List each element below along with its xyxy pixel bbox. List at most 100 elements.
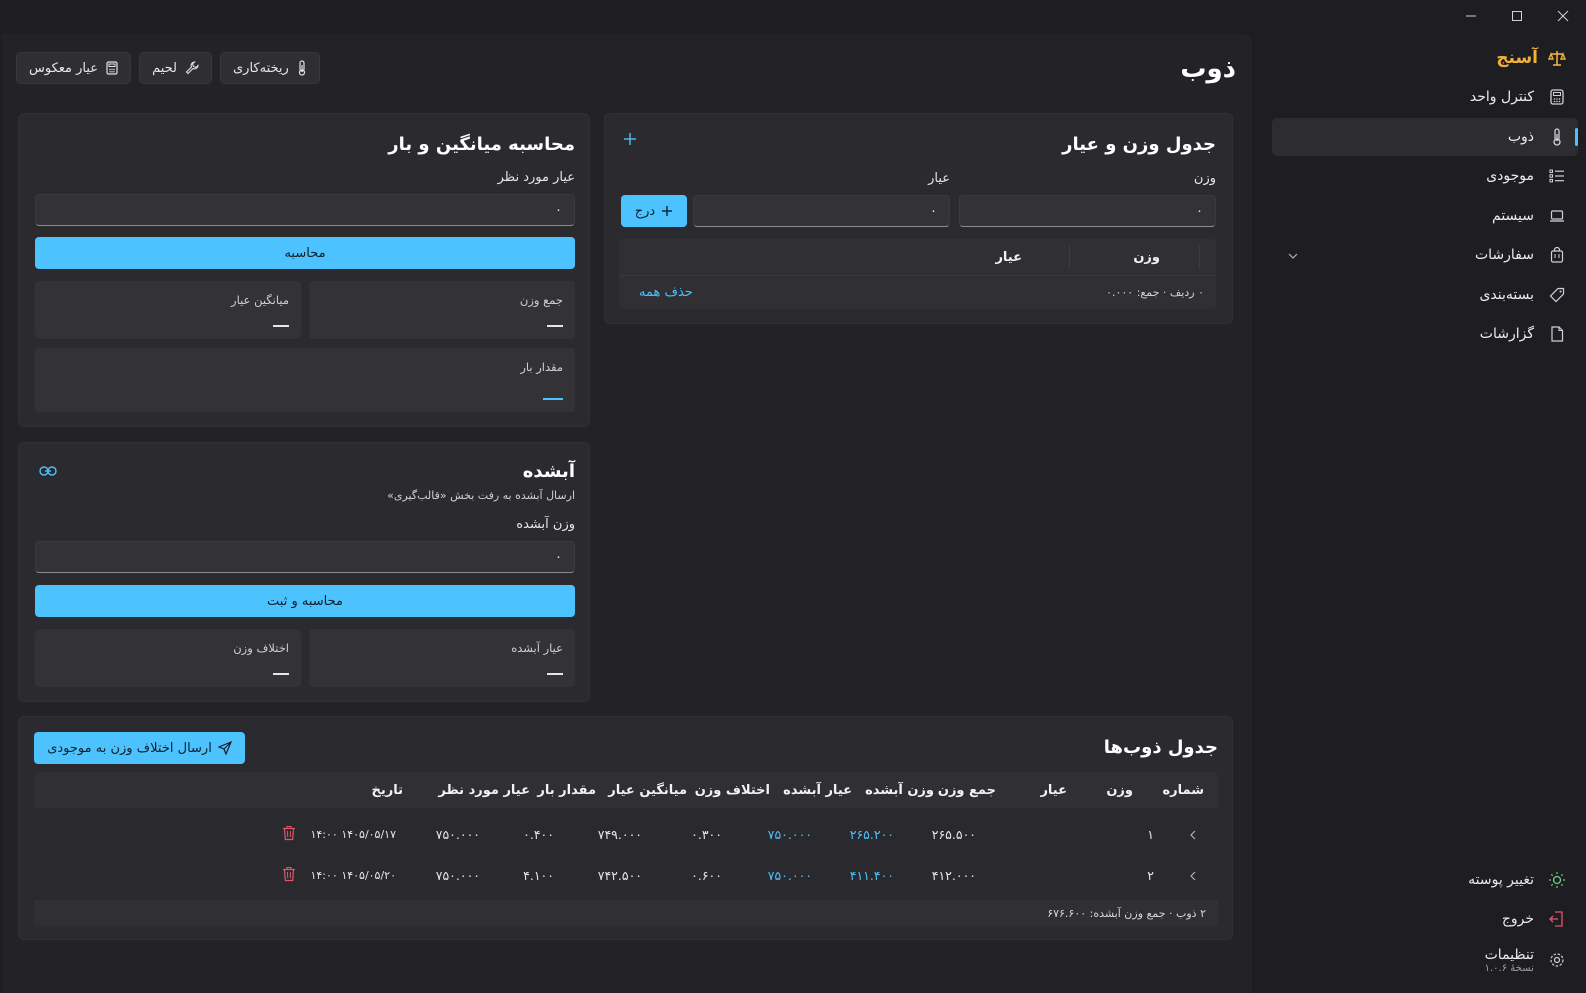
melted-weight-label: وزن آبشده [516, 517, 575, 532]
calc-save-button[interactable]: محاسبه و ثبت [35, 585, 575, 617]
col-melted-weight: وزن آبشده [865, 782, 934, 798]
solder-button[interactable]: لحیم [139, 52, 212, 84]
link-icon[interactable] [39, 465, 57, 481]
col-avg-karat: میانگین عیار [608, 782, 687, 798]
cell-melted-karat: ۷۵۰.۰۰۰ [767, 827, 812, 842]
sidebar-item-label: ذوب [1507, 129, 1534, 145]
settings-button[interactable]: تنظیمات نسخهٔ ۱.۰.۶ [1272, 938, 1578, 982]
logout-icon [1548, 910, 1566, 928]
close-button[interactable] [1540, 0, 1586, 32]
row-expand-chevron[interactable] [1190, 869, 1196, 884]
melted-card: آبشده ارسال آبشده به رفت بخش «قالب‌گیری»… [18, 442, 590, 702]
add-icon[interactable] [623, 132, 637, 150]
clear-all-link[interactable]: حذف همه [639, 285, 693, 300]
insert-label: درج [634, 203, 656, 219]
melts-table-title: جدول ذوب‌ها [1103, 737, 1218, 758]
sidebar-item-melt[interactable]: ذوب [1272, 118, 1578, 156]
reverse-karat-button[interactable]: عیار معکوس [16, 52, 132, 84]
active-indicator [1575, 128, 1578, 146]
avg-karat-stat: میانگین عیار [35, 281, 301, 339]
melted-weight-input[interactable]: ۰ [35, 541, 575, 573]
sum-weight-stat: جمع وزن [309, 281, 575, 339]
weight-table-header: وزن عیار [619, 239, 1216, 275]
col-weight-diff: اختلاف وزن [694, 782, 770, 798]
load-amount-label: مقدار بار [520, 360, 563, 374]
col-sum-weight: جمع وزن [937, 782, 996, 798]
row-expand-chevron[interactable] [1190, 828, 1196, 843]
sidebar-item-orders[interactable]: سفارشات [1272, 236, 1578, 274]
load-amount-stat: مقدار بار [35, 348, 575, 412]
sidebar-item-inventory[interactable]: موجودی [1272, 157, 1578, 195]
sidebar-item-packaging[interactable]: بسته‌بندی [1272, 276, 1578, 314]
sidebar-item-label: کنترل واحد [1469, 89, 1534, 105]
col-load: مقدار بار [537, 782, 596, 798]
melted-karat-value [547, 673, 563, 675]
average-load-card: محاسبه میانگین و بار عیار مورد نظر ۰ محا… [18, 113, 590, 427]
average-load-title: محاسبه میانگین و بار [388, 134, 575, 155]
melted-karat-stat: عیار آبشده [309, 629, 575, 687]
weight-table-summary: ۰ ردیف · جمع: ۰.۰۰۰ [1106, 286, 1204, 299]
casting-label: ریخته‌کاری [233, 60, 289, 76]
calc-save-label: محاسبه و ثبت [267, 593, 343, 609]
bag-icon [1548, 246, 1566, 264]
cell-weight-diff: ۰.۶۰۰ [691, 868, 722, 883]
insert-button[interactable]: درج [621, 195, 687, 227]
cell-number: ۲ [1147, 868, 1154, 883]
cell-target-karat: ۷۵۰.۰۰۰ [435, 868, 480, 883]
karat-input[interactable]: ۰ [693, 195, 950, 227]
plus-icon [662, 206, 673, 216]
laptop-icon [1548, 207, 1566, 225]
settings-label: تنظیمات [1484, 946, 1534, 963]
logout-button[interactable]: خروج [1272, 901, 1578, 937]
col-melted-karat: عیار آبشده [783, 782, 852, 798]
trash-icon[interactable] [282, 866, 296, 885]
trash-icon[interactable] [282, 825, 296, 844]
chevron-down-icon[interactable] [1288, 248, 1298, 263]
casting-button[interactable]: ریخته‌کاری [220, 52, 320, 84]
send-icon [217, 741, 232, 755]
send-diff-label: ارسال اختلاف وزن به موجودی [47, 740, 212, 756]
sidebar-item-reports[interactable]: گزارشات [1272, 315, 1578, 353]
calculate-button[interactable]: محاسبه [35, 237, 575, 269]
theme-toggle-button[interactable]: تغییر پوسته [1272, 862, 1578, 898]
minimize-button[interactable] [1448, 0, 1494, 32]
col-karat: عیار [995, 249, 1022, 265]
table-row[interactable]: ۲ ۴۱۲.۰۰۰ ۴۱۱.۴۰۰ ۷۵۰.۰۰۰ ۰.۶۰۰ ۷۴۲.۵۰۰ … [34, 863, 1218, 891]
target-karat-label: عیار مورد نظر [497, 170, 575, 185]
col-target-karat: عیار مورد نظر [438, 782, 530, 798]
sidebar: آسنج کنترل واحد ذوب موجودی سیستم سفارشات [1268, 34, 1586, 993]
thermometer-icon [1548, 128, 1566, 146]
cell-load: ۰.۴۰۰ [523, 827, 554, 842]
theme-label: تغییر پوسته [1468, 872, 1534, 888]
cell-sum-weight: ۲۶۵.۵۰۰ [931, 827, 976, 842]
table-row[interactable]: ۱ ۲۶۵.۵۰۰ ۲۶۵.۲۰۰ ۷۵۰.۰۰۰ ۰.۳۰۰ ۷۴۹.۰۰۰ … [34, 822, 1218, 850]
target-karat-input[interactable]: ۰ [35, 194, 575, 226]
document-icon [1548, 325, 1566, 343]
sidebar-item-label: گزارشات [1479, 326, 1534, 342]
avg-karat-label: میانگین عیار [231, 293, 289, 307]
main-panel: ذوب عیار معکوس لحیم ریخته‌کاری جدول وزن … [2, 34, 1252, 993]
scale-icon [1548, 51, 1566, 66]
wrench-icon [185, 61, 199, 75]
karat-label: عیار [928, 171, 950, 186]
minimize-icon [1466, 15, 1476, 17]
cell-number: ۱ [1147, 827, 1154, 842]
maximize-button[interactable] [1494, 0, 1540, 32]
sidebar-item-unit-control[interactable]: کنترل واحد [1272, 78, 1578, 116]
version-label: نسخهٔ ۱.۰.۶ [1484, 962, 1534, 974]
cell-date: ۱۴۰۵/۰۵/۱۷ ۱۴:۰۰ [310, 828, 396, 841]
col-number: شماره [1162, 782, 1204, 798]
sidebar-item-system[interactable]: سیستم [1272, 197, 1578, 235]
thermometer-icon [298, 60, 305, 76]
send-diff-to-inventory-button[interactable]: ارسال اختلاف وزن به موجودی [34, 732, 245, 764]
sidebar-item-label: سفارشات [1474, 247, 1534, 263]
weight-diff-stat: اختلاف وزن [35, 629, 301, 687]
brand-name: آسنج [1496, 48, 1538, 68]
brand: آسنج [1496, 48, 1566, 68]
tag-icon [1548, 286, 1566, 304]
top-actions: عیار معکوس لحیم ریخته‌کاری [16, 52, 320, 84]
weight-input[interactable]: ۰ [959, 195, 1216, 227]
melted-subtitle: ارسال آبشده به رفت بخش «قالب‌گیری» [387, 489, 575, 502]
load-amount-value [543, 398, 563, 400]
page-title: ذوب [1180, 54, 1236, 84]
